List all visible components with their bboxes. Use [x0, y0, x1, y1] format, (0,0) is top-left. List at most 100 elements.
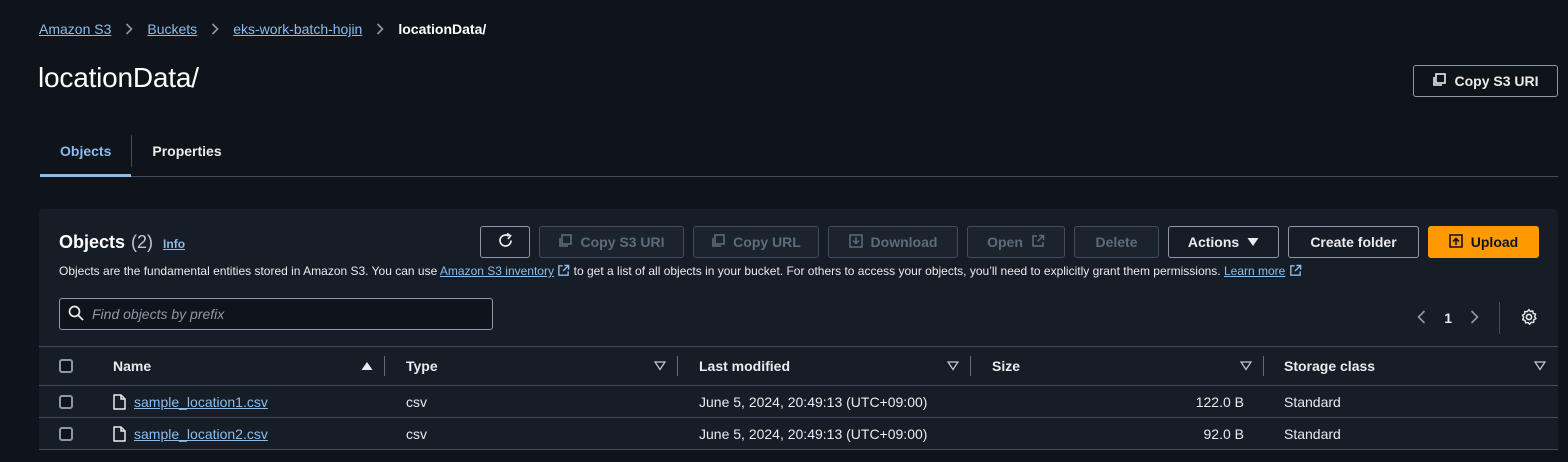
object-last-modified: June 5, 2024, 20:49:13 (UTC+09:00)	[699, 425, 928, 442]
upload-button[interactable]: Upload	[1428, 226, 1539, 258]
settings-gear-icon[interactable]	[1520, 308, 1538, 329]
column-name-label: Name	[113, 358, 152, 374]
row-select-cell	[39, 418, 92, 449]
tab-properties-label: Properties	[152, 143, 222, 159]
object-type: csv	[406, 425, 427, 442]
copy-icon	[558, 233, 573, 251]
download-label: Download	[870, 234, 938, 250]
actions-label: Actions	[1187, 234, 1240, 250]
row-select-cell	[39, 386, 92, 417]
copy-icon	[1432, 72, 1447, 90]
tab-list: Objects Properties	[40, 126, 1558, 177]
objects-toolbar: Copy S3 URI Copy URL Download Open Delet…	[480, 226, 1539, 258]
table-row[interactable]: sample_location1.csv csv June 5, 2024, 2…	[39, 386, 1558, 418]
info-link[interactable]: Info	[163, 237, 185, 251]
breadcrumb-bucket[interactable]: eks-work-batch-hojin	[233, 21, 362, 37]
objects-panel: Objects (2) Info Copy S3 URI Copy URL Do	[39, 209, 1558, 450]
download-icon	[848, 233, 863, 251]
chevron-right-icon	[125, 23, 134, 35]
breadcrumb-current: locationData/	[398, 21, 487, 37]
copy-s3-uri-label: Copy S3 URI	[1454, 73, 1539, 89]
column-storage-class-label: Storage class	[1284, 358, 1376, 374]
object-name-link[interactable]: sample_location1.csv	[134, 394, 268, 410]
column-last-modified-label: Last modified	[699, 358, 791, 374]
file-icon	[113, 425, 126, 442]
object-modified-cell: June 5, 2024, 20:49:13 (UTC+09:00)	[678, 418, 971, 449]
upload-icon	[1448, 233, 1463, 251]
copy-s3-uri-toolbar-button[interactable]: Copy S3 URI	[539, 226, 684, 258]
row-checkbox[interactable]	[58, 394, 73, 409]
column-size-label: Size	[992, 358, 1021, 374]
search-icon	[68, 305, 84, 324]
object-name-cell: sample_location1.csv	[92, 386, 385, 417]
object-size-cell: 92.0 B	[971, 418, 1264, 449]
column-header-type[interactable]: Type	[385, 347, 678, 385]
learn-more-label: Learn more	[1223, 264, 1286, 278]
external-link-icon	[557, 264, 570, 277]
tab-properties[interactable]: Properties	[132, 126, 241, 176]
next-page-button[interactable]	[1470, 309, 1479, 327]
description-text-1: Objects are the fundamental entities sto…	[59, 264, 440, 278]
external-link-icon	[1031, 234, 1045, 251]
object-type: csv	[406, 393, 427, 410]
tab-objects[interactable]: Objects	[40, 126, 132, 177]
copy-s3-uri-button[interactable]: Copy S3 URI	[1413, 65, 1558, 97]
refresh-button[interactable]	[480, 226, 530, 258]
actions-dropdown[interactable]: Actions	[1168, 226, 1279, 258]
row-checkbox[interactable]	[58, 426, 73, 441]
description-text-2: to get a list of all objects in your buc…	[570, 264, 1224, 278]
create-folder-button[interactable]: Create folder	[1288, 226, 1419, 258]
refresh-icon	[497, 232, 514, 252]
previous-page-button[interactable]	[1417, 309, 1426, 327]
object-type-cell: csv	[385, 418, 678, 449]
object-name-cell: sample_location2.csv	[92, 418, 385, 449]
file-icon	[113, 393, 126, 410]
column-header-last-modified[interactable]: Last modified	[678, 347, 971, 385]
object-storage-class: Standard	[1284, 425, 1341, 442]
breadcrumb-amazon-s3[interactable]: Amazon S3	[39, 21, 111, 37]
sort-caret-down-icon	[1534, 361, 1546, 371]
upload-label: Upload	[1470, 234, 1519, 250]
page-number[interactable]: 1	[1444, 310, 1452, 326]
caret-down-icon	[1247, 234, 1259, 250]
sort-caret-down-icon	[654, 361, 666, 371]
object-type-cell: csv	[385, 386, 678, 417]
delete-button[interactable]: Delete	[1074, 226, 1159, 258]
column-header-name[interactable]: Name	[92, 347, 385, 385]
object-name-link[interactable]: sample_location2.csv	[134, 426, 268, 442]
pager-divider	[1499, 302, 1500, 334]
chevron-right-icon	[376, 23, 384, 35]
copy-s3-uri-toolbar-label: Copy S3 URI	[580, 234, 665, 250]
objects-table: Name Type Last modified Size Storage cla…	[39, 346, 1558, 450]
open-label: Open	[987, 234, 1023, 250]
open-button[interactable]: Open	[967, 226, 1065, 258]
column-header-storage-class[interactable]: Storage class	[1264, 347, 1558, 385]
create-folder-label: Create folder	[1310, 234, 1397, 250]
sort-ascending-icon	[361, 361, 373, 371]
object-storage-class: Standard	[1284, 393, 1341, 410]
copy-icon	[711, 233, 725, 251]
search-field	[59, 298, 493, 330]
object-last-modified: June 5, 2024, 20:49:13 (UTC+09:00)	[699, 393, 928, 410]
breadcrumb: Amazon S3 Buckets eks-work-batch-hojin l…	[39, 21, 486, 37]
breadcrumb-buckets[interactable]: Buckets	[147, 21, 197, 37]
select-all-checkbox[interactable]	[58, 359, 73, 373]
object-storage-class-cell: Standard	[1264, 418, 1558, 449]
objects-heading: Objects (2) Info	[59, 232, 185, 253]
sort-caret-down-icon	[1240, 361, 1252, 371]
tab-objects-label: Objects	[60, 143, 112, 159]
object-size-cell: 122.0 B	[971, 386, 1264, 417]
search-input[interactable]	[92, 306, 472, 322]
external-link-icon	[1289, 264, 1302, 277]
table-row[interactable]: sample_location2.csv csv June 5, 2024, 2…	[39, 418, 1558, 450]
download-button[interactable]: Download	[828, 226, 958, 258]
copy-url-button[interactable]: Copy URL	[693, 226, 819, 258]
column-type-label: Type	[406, 358, 438, 374]
object-storage-class-cell: Standard	[1264, 386, 1558, 417]
learn-more-link[interactable]: Learn more	[1224, 264, 1285, 278]
objects-count: (2)	[131, 232, 154, 252]
select-all-cell	[39, 347, 92, 385]
objects-description: Objects are the fundamental entities sto…	[59, 264, 1302, 278]
inventory-link[interactable]: Amazon S3 inventory	[440, 264, 554, 278]
column-header-size[interactable]: Size	[971, 347, 1264, 385]
